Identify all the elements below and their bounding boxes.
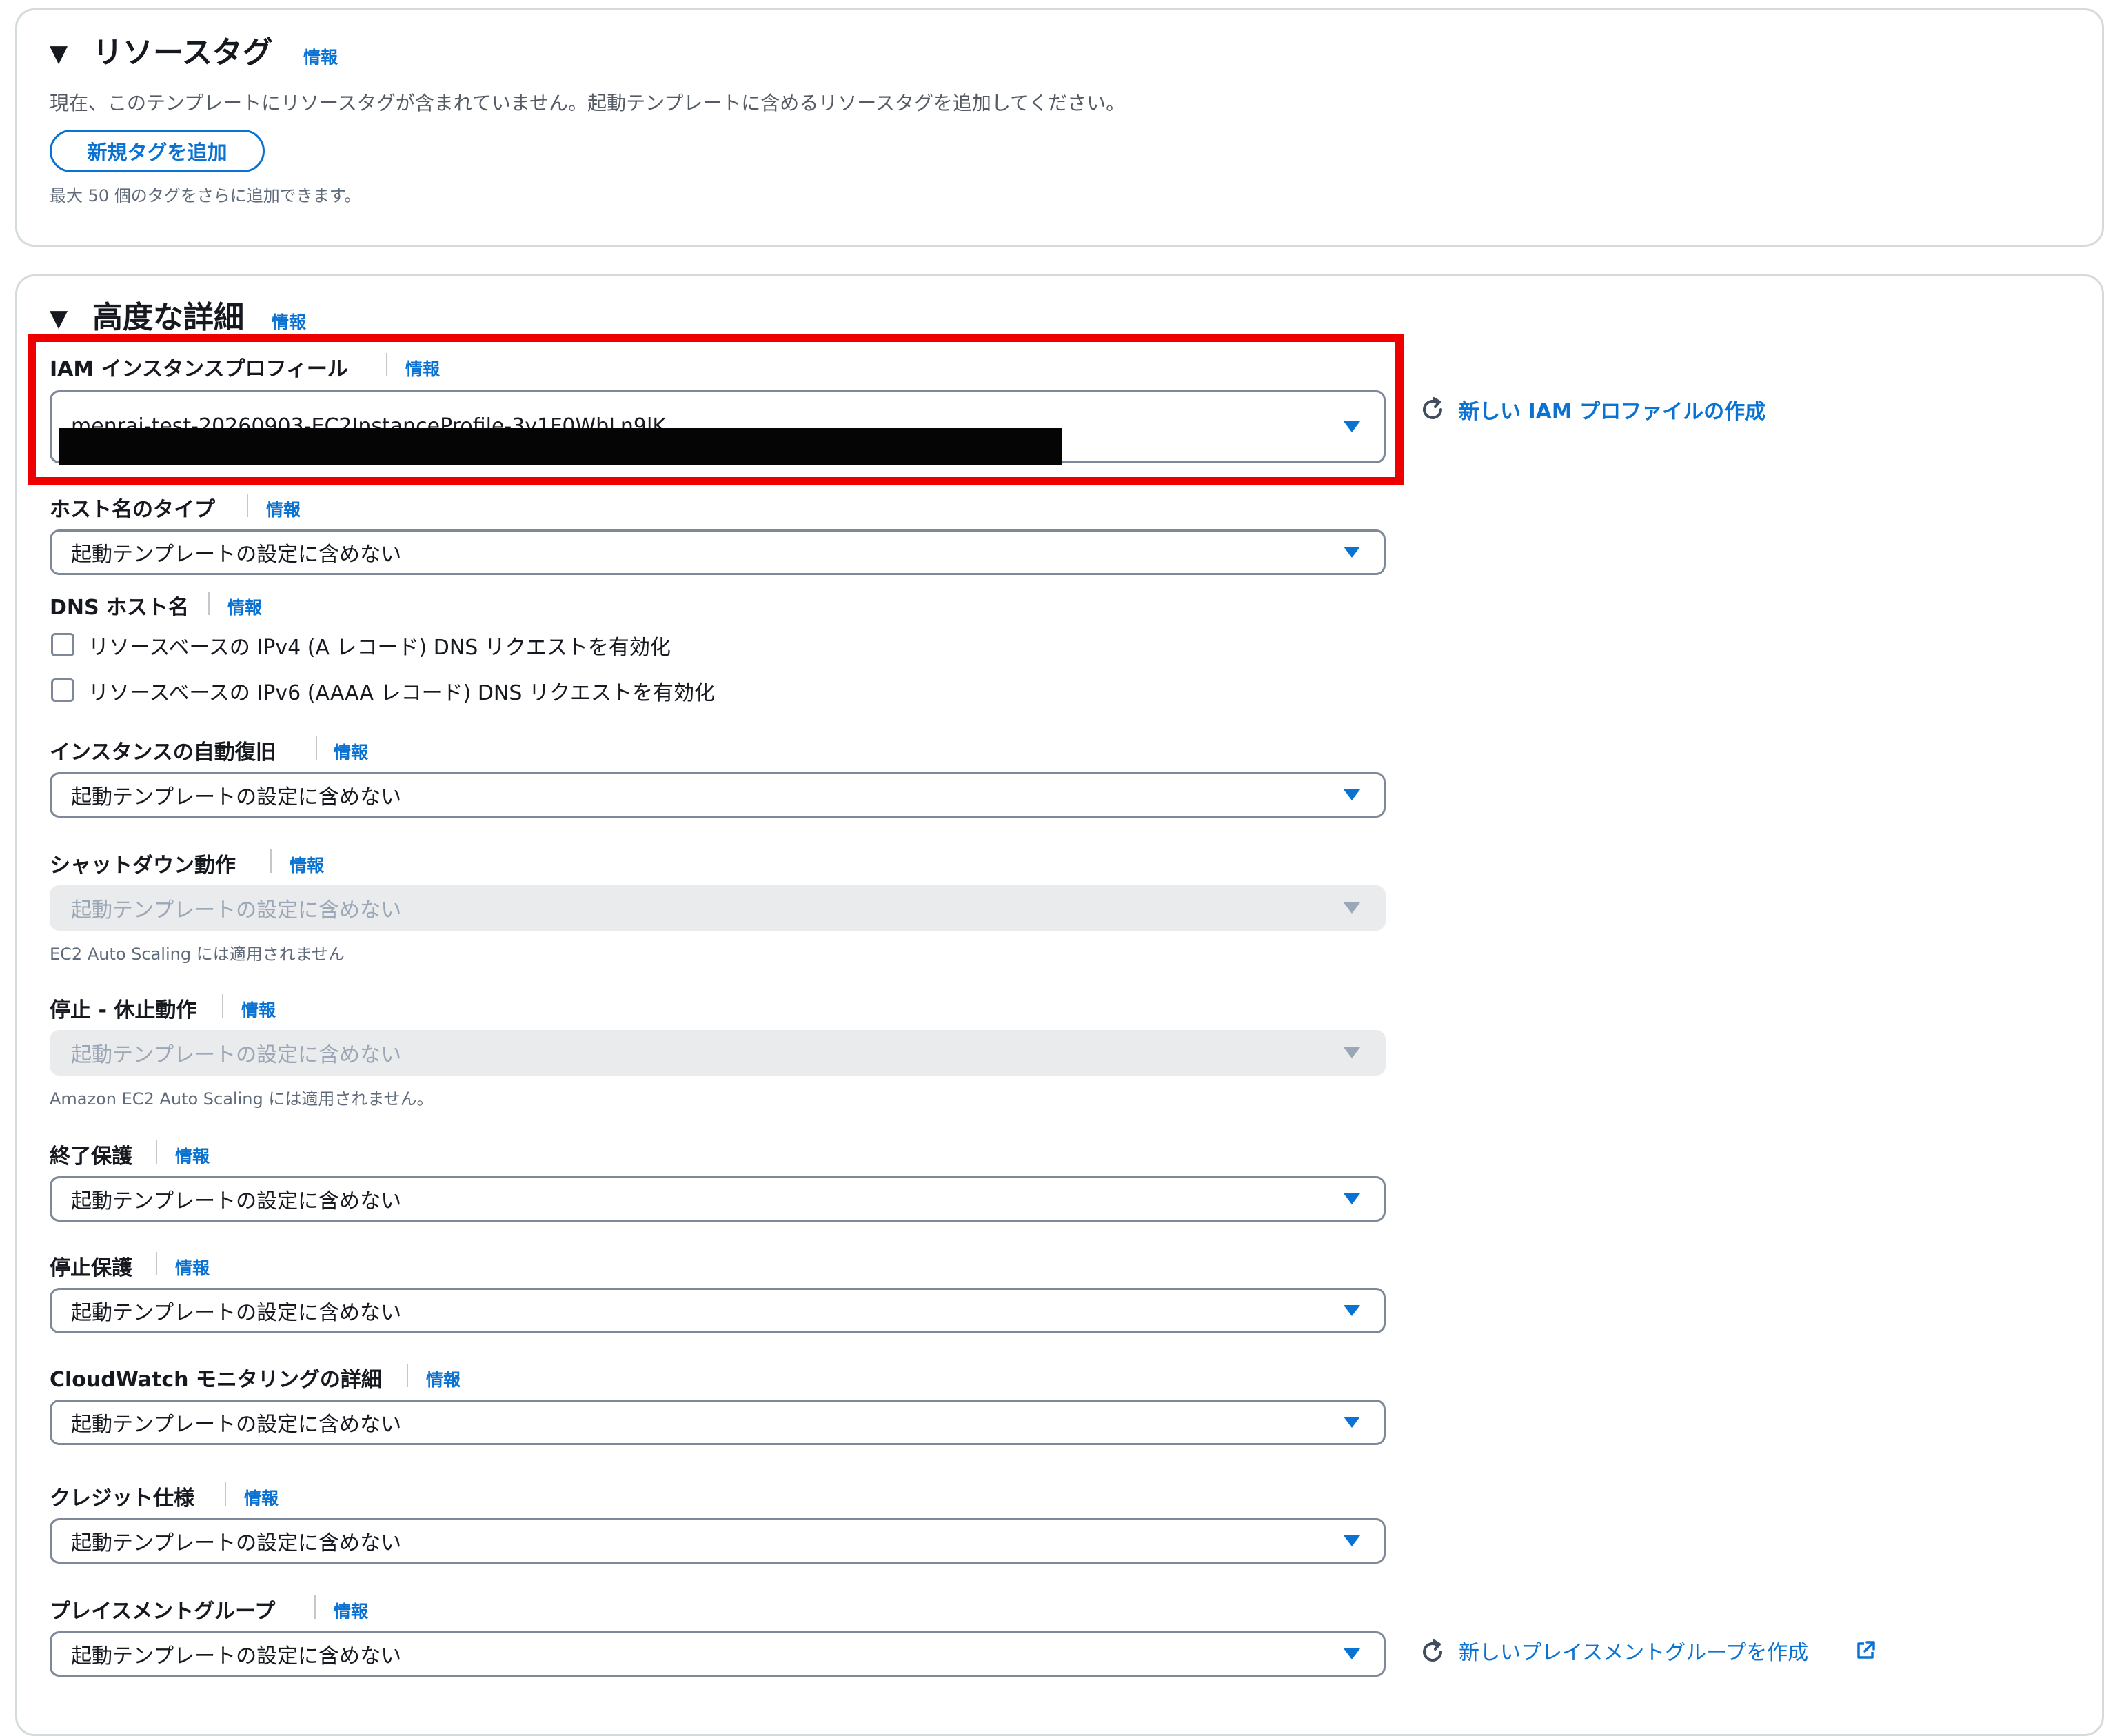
stop-hibernate-value: 起動テンプレートの設定に含めない: [71, 1043, 402, 1067]
placement-group-label: プレイスメントグループ: [50, 1599, 276, 1624]
label-separator: [222, 994, 223, 1018]
stop-protection-info-link[interactable]: 情報: [175, 1255, 210, 1280]
cloudwatch-monitoring-select[interactable]: 起動テンプレートの設定に含めない: [50, 1400, 1386, 1445]
stop-hibernate-label: 停止 - 休止動作: [50, 998, 197, 1022]
label-separator: [270, 849, 272, 873]
tag-limit-hint: 最大 50 個のタグをさらに追加できます。: [50, 186, 361, 205]
label-separator: [225, 1482, 226, 1506]
label-separator: [247, 494, 248, 517]
dropdown-arrow-icon: [1344, 1305, 1360, 1316]
label-separator: [407, 1364, 408, 1387]
dns-hostname-label: DNS ホスト名: [50, 596, 190, 620]
ipv6-dns-checkbox-label: リソースベースの IPv6 (AAAA レコード) DNS リクエストを有効化: [88, 681, 715, 705]
resource-tags-description: 現在、このテンプレートにリソースタグが含まれていません。起動テンプレートに含める…: [50, 92, 1126, 114]
termination-protection-value: 起動テンプレートの設定に含めない: [71, 1189, 402, 1213]
credit-spec-label: クレジット仕様: [50, 1486, 194, 1511]
dns-hostname-info-link[interactable]: 情報: [227, 594, 262, 619]
collapse-caret-icon[interactable]: ▼: [50, 40, 68, 68]
stop-hibernate-hint: Amazon EC2 Auto Scaling には適用されません。: [50, 1089, 434, 1109]
shutdown-behavior-select: 起動テンプレートの設定に含めない: [50, 885, 1386, 931]
cloudwatch-monitoring-label: CloudWatch モニタリングの詳細: [50, 1368, 382, 1392]
resource-tags-info-link[interactable]: 情報: [303, 44, 338, 69]
label-separator: [156, 1252, 157, 1275]
dropdown-arrow-icon: [1344, 1047, 1360, 1058]
label-separator: [314, 1595, 316, 1619]
shutdown-behavior-value: 起動テンプレートの設定に含めない: [71, 898, 402, 922]
dropdown-arrow-icon: [1344, 902, 1360, 914]
shutdown-behavior-label: シャットダウン動作: [50, 854, 236, 878]
hostname-type-select[interactable]: 起動テンプレートの設定に含めない: [50, 529, 1386, 575]
stop-protection-value: 起動テンプレートの設定に含めない: [71, 1301, 402, 1325]
add-new-tag-button[interactable]: 新規タグを追加: [50, 130, 265, 172]
dropdown-arrow-icon: [1344, 1417, 1360, 1428]
placement-group-info-link[interactable]: 情報: [334, 1598, 368, 1623]
highlight-box: [28, 334, 1404, 485]
termination-protection-label: 終了保護: [50, 1144, 132, 1169]
placement-group-value: 起動テンプレートの設定に含めない: [71, 1644, 402, 1668]
shutdown-behavior-hint: EC2 Auto Scaling には適用されません: [50, 945, 345, 964]
cloudwatch-monitoring-value: 起動テンプレートの設定に含めない: [71, 1413, 402, 1437]
dropdown-arrow-icon: [1344, 789, 1360, 800]
hostname-type-info-link[interactable]: 情報: [266, 496, 301, 521]
refresh-icon[interactable]: [1419, 396, 1446, 423]
placement-group-select[interactable]: 起動テンプレートの設定に含めない: [50, 1631, 1386, 1677]
stop-protection-label: 停止保護: [50, 1256, 132, 1280]
termination-protection-info-link[interactable]: 情報: [175, 1143, 210, 1168]
resource-tags-title: リソースタグ: [92, 35, 273, 70]
cloudwatch-monitoring-info-link[interactable]: 情報: [426, 1366, 461, 1391]
ipv6-dns-checkbox[interactable]: [51, 678, 74, 702]
credit-spec-select[interactable]: 起動テンプレートの設定に含めない: [50, 1518, 1386, 1564]
dropdown-arrow-icon: [1344, 547, 1360, 558]
auto-recovery-label: インスタンスの自動復旧: [50, 740, 276, 765]
create-iam-profile-link[interactable]: 新しい IAM プロファイルの作成: [1459, 394, 1765, 425]
shutdown-behavior-info-link[interactable]: 情報: [290, 852, 324, 877]
dropdown-arrow-icon: [1344, 1535, 1360, 1546]
ipv4-dns-checkbox[interactable]: [51, 633, 74, 656]
label-separator: [208, 592, 210, 615]
hostname-type-label: ホスト名のタイプ: [50, 498, 215, 522]
credit-spec-info-link[interactable]: 情報: [244, 1485, 279, 1510]
stop-hibernate-select: 起動テンプレートの設定に含めない: [50, 1030, 1386, 1076]
auto-recovery-value: 起動テンプレートの設定に含めない: [71, 785, 402, 809]
label-separator: [316, 736, 317, 760]
advanced-details-title: 高度な詳細: [92, 300, 244, 335]
advanced-details-panel: [15, 274, 2104, 1736]
dropdown-arrow-icon: [1344, 1648, 1360, 1659]
label-separator: [156, 1140, 157, 1164]
auto-recovery-select[interactable]: 起動テンプレートの設定に含めない: [50, 772, 1386, 818]
create-placement-group-link[interactable]: 新しいプレイスメントグループを作成: [1459, 1635, 1808, 1666]
collapse-caret-icon[interactable]: ▼: [50, 305, 68, 332]
dropdown-arrow-icon: [1344, 1193, 1360, 1204]
ipv4-dns-checkbox-label: リソースベースの IPv4 (A レコード) DNS リクエストを有効化: [88, 636, 671, 660]
hostname-type-value: 起動テンプレートの設定に含めない: [71, 543, 402, 567]
advanced-details-info-link[interactable]: 情報: [272, 309, 306, 334]
refresh-icon[interactable]: [1419, 1638, 1446, 1666]
auto-recovery-info-link[interactable]: 情報: [334, 739, 368, 764]
credit-spec-value: 起動テンプレートの設定に含めない: [71, 1531, 402, 1555]
external-link-icon[interactable]: [1854, 1639, 1876, 1662]
stop-protection-select[interactable]: 起動テンプレートの設定に含めない: [50, 1288, 1386, 1333]
termination-protection-select[interactable]: 起動テンプレートの設定に含めない: [50, 1176, 1386, 1222]
stop-hibernate-info-link[interactable]: 情報: [241, 997, 276, 1022]
